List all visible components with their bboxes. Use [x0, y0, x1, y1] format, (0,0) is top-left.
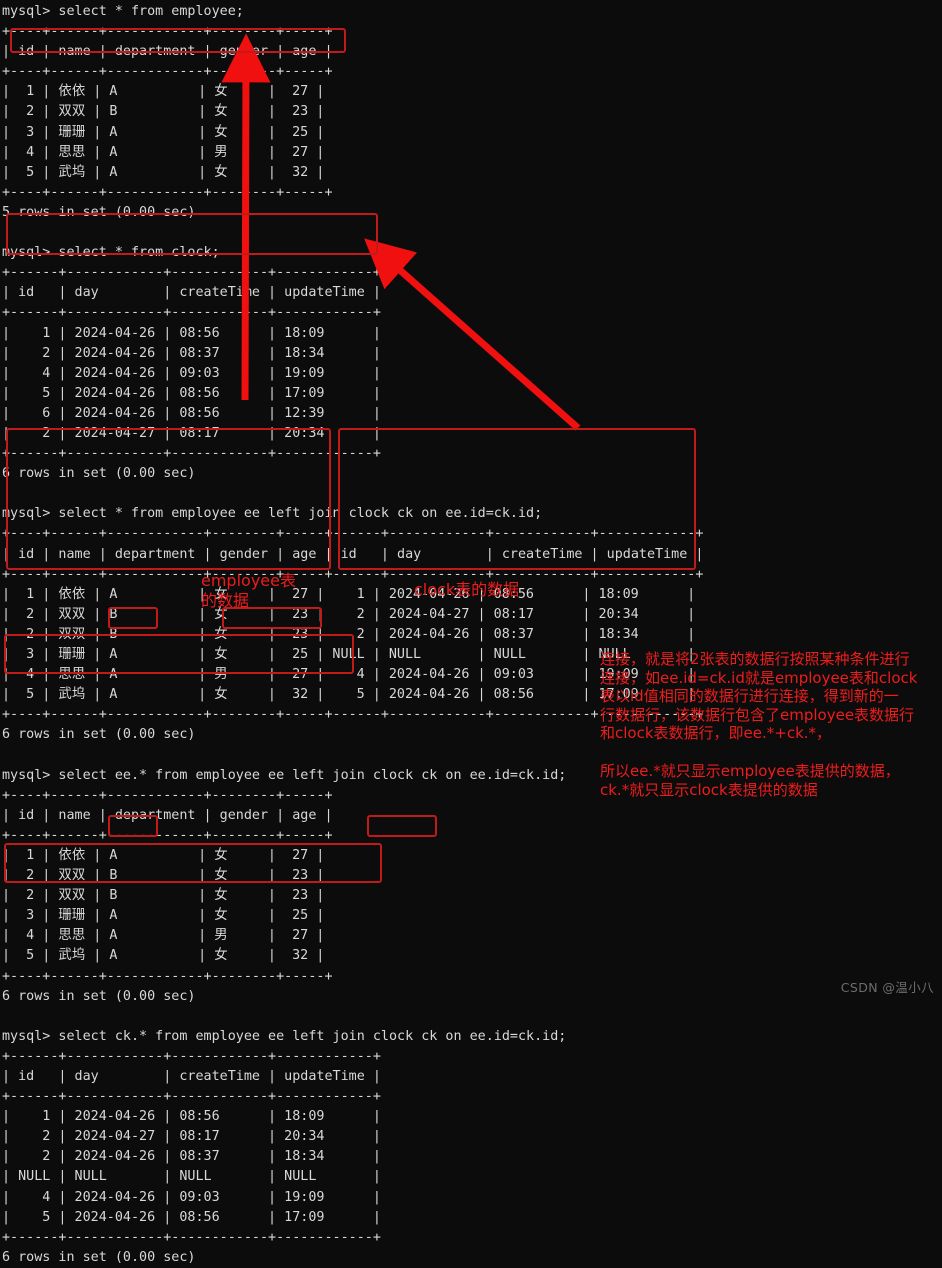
terminal-line: | 2 | 双双 | B | 女 | 23 | — [2, 888, 325, 904]
terminal-line: | 1 | 依依 | A | 女 | 27 | — [2, 84, 325, 100]
terminal-line: | 4 | 2024-04-26 | 09:03 | 19:09 | — [2, 1189, 381, 1205]
terminal-line: | 2 | 双双 | B | 女 | 23 | 2 | 2024-04-26 |… — [2, 626, 696, 642]
terminal-line: +----+------+------------+--------+-----… — [2, 526, 704, 542]
terminal-line: mysql> select * from employee; — [2, 4, 244, 19]
terminal-line: mysql> select * from employee ee left jo… — [2, 506, 543, 522]
terminal-line: | 4 | 思思 | A | 男 | 27 | 4 | 2024-04-26 |… — [2, 667, 696, 683]
terminal-line: 6 rows in set (0.00 sec) — [2, 1249, 196, 1265]
terminal-line: | 3 | 珊珊 | A | 女 | 25 | NULL | NULL | NU… — [2, 647, 696, 662]
terminal-line: 5 rows in set (0.00 sec) — [2, 204, 196, 220]
terminal-line: | 6 | 2024-04-26 | 08:56 | 12:39 | — [2, 405, 381, 421]
terminal-line: +------+------------+------------+------… — [2, 1048, 381, 1064]
terminal-line: | 3 | 珊珊 | A | 女 | 25 | — [2, 124, 325, 140]
terminal-line: +----+------+------------+--------+-----… — [2, 707, 704, 723]
terminal-line: | 2 | 2024-04-27 | 08:17 | 20:34 | — [2, 425, 381, 441]
terminal-output: mysql> select * from employee; +----+----… — [0, 0, 942, 1265]
terminal-line: | id | name | department | gender | age … — [2, 44, 333, 60]
terminal-line: | 1 | 依依 | A | 女 | 27 | — [2, 847, 325, 863]
terminal-line: | 4 | 思思 | A | 男 | 27 | — [2, 928, 325, 944]
terminal-line: | id | day | createTime | updateTime | — [2, 285, 381, 301]
terminal-line: | 5 | 2024-04-26 | 08:56 | 17:09 | — [2, 1209, 381, 1225]
terminal-line: +------+------------+------------+------… — [2, 305, 381, 321]
terminal-line: +----+------+------------+--------+-----… — [2, 827, 333, 843]
terminal-line: | 5 | 2024-04-26 | 08:56 | 17:09 | — [2, 385, 381, 401]
terminal-line: +----+------+------------+--------+-----… — [2, 787, 333, 803]
terminal-line: 6 rows in set (0.00 sec) — [2, 466, 196, 482]
terminal-line: | NULL | NULL | NULL | NULL | — [2, 1169, 381, 1185]
terminal-line: | id | name | department | gender | age … — [2, 807, 333, 823]
terminal-line: 6 rows in set (0.00 sec) — [2, 727, 196, 743]
terminal-line: | 1 | 依依 | A | 女 | 27 | 1 | 2024-04-26 |… — [2, 586, 696, 602]
terminal-line: | 4 | 2024-04-26 | 09:03 | 19:09 | — [2, 365, 381, 381]
terminal-line: mysql> select * from clock; — [2, 245, 220, 261]
terminal-line: | 1 | 2024-04-26 | 08:56 | 18:09 | — [2, 1109, 381, 1125]
terminal-line: +----+------+------------+--------+-----… — [2, 968, 333, 984]
terminal-line: | 1 | 2024-04-26 | 08:56 | 18:09 | — [2, 325, 381, 341]
terminal-line: +----+------+------------+--------+-----… — [2, 566, 704, 582]
terminal-line: +----+------+------------+--------+-----… — [2, 184, 333, 200]
terminal-line: | 2 | 2024-04-26 | 08:37 | 18:34 | — [2, 345, 381, 361]
terminal-line: | 2 | 2024-04-26 | 08:37 | 18:34 | — [2, 1149, 381, 1165]
terminal-line: | id | name | department | gender | age … — [2, 546, 704, 562]
terminal-line: | id | day | createTime | updateTime | — [2, 1068, 381, 1084]
terminal-line: +----+------+------------+--------+-----… — [2, 24, 333, 40]
terminal-line: | 2 | 双双 | B | 女 | 23 | — [2, 868, 325, 884]
terminal-line: | 2 | 双双 | B | 女 | 23 | — [2, 104, 325, 120]
terminal-line: | 3 | 珊珊 | A | 女 | 25 | — [2, 908, 325, 924]
terminal-line: +----+------+------------+--------+-----… — [2, 64, 333, 80]
terminal-line: +------+------------+------------+------… — [2, 265, 381, 281]
terminal-line: mysql> select ee.* from employee ee left… — [2, 767, 567, 783]
terminal-line: | 5 | 武坞 | A | 女 | 32 | 5 | 2024-04-26 |… — [2, 687, 696, 703]
terminal-line: | 5 | 武坞 | A | 女 | 32 | — [2, 948, 325, 964]
terminal-line: mysql> select ck.* from employee ee left… — [2, 1028, 567, 1044]
terminal-line: +------+------------+------------+------… — [2, 446, 381, 462]
terminal-line: | 2 | 2024-04-27 | 08:17 | 20:34 | — [2, 1129, 381, 1145]
terminal-line: | 2 | 双双 | B | 女 | 23 | 2 | 2024-04-27 |… — [2, 606, 696, 622]
terminal-line: +------+------------+------------+------… — [2, 1089, 381, 1105]
terminal-line: | 5 | 武坞 | A | 女 | 32 | — [2, 164, 325, 180]
terminal-line: | 4 | 思思 | A | 男 | 27 | — [2, 144, 325, 160]
terminal-line: +------+------------+------------+------… — [2, 1229, 381, 1245]
terminal-line: 6 rows in set (0.00 sec) — [2, 988, 196, 1004]
